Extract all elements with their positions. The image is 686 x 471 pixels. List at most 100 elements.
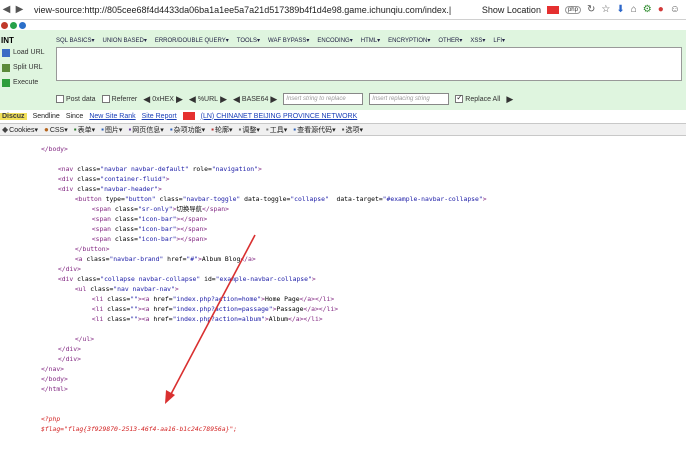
source-token: <span	[91, 225, 115, 233]
source-token: </a></li>	[288, 315, 323, 323]
url-encode-arrow-icon[interactable]: ◀	[189, 94, 196, 105]
source-token: type=	[105, 195, 125, 203]
hackbar-menu-item[interactable]: HTML▾	[361, 37, 380, 44]
web-dev-menu-icon: ▪	[293, 125, 297, 134]
web-dev-menu-label: 轮廓▾	[215, 126, 233, 134]
source-token[interactable]: "index.php?action=passage"	[173, 305, 273, 313]
web-dev-menu-item[interactable]: ▪ 图片▾	[101, 125, 122, 135]
home-icon[interactable]: ⌂	[631, 4, 637, 15]
source-token: <ul	[74, 285, 91, 293]
download-icon[interactable]: ⬇	[616, 4, 624, 15]
source-token: class=	[107, 315, 131, 323]
web-dev-menu-item[interactable]: ▪ 网页信息▾	[128, 125, 163, 135]
web-dev-menu-item[interactable]: ● CSS▾	[44, 125, 68, 134]
source-token: >	[174, 285, 179, 293]
hackbar-menu-item[interactable]: UNION BASED▾	[102, 37, 146, 44]
source-token: </button>	[74, 245, 110, 253]
site-report-link[interactable]: Site Report	[142, 113, 177, 120]
addon-icon[interactable]: ●	[658, 4, 664, 15]
source-token: </a></li>	[303, 305, 339, 313]
source-token: </nav>	[40, 365, 65, 373]
hackbar-side-actions: Load URL Split URL Execute	[0, 47, 56, 88]
network-link[interactable]: (LN) CHINANET BEIJING PROVINCE NETWORK	[201, 113, 358, 120]
source-token[interactable]: "index.php?action=home"	[173, 295, 262, 303]
source-token: ></span>	[176, 235, 208, 243]
source-token: data-target=	[328, 195, 383, 203]
hackbar-url-textarea[interactable]	[56, 47, 682, 81]
reload-icon[interactable]: ↻	[587, 4, 595, 15]
web-dev-menu-icon: ▪	[211, 125, 215, 134]
source-token: </div>	[57, 265, 81, 273]
source-token[interactable]: "index.php?action=album"	[173, 315, 265, 323]
execute-button[interactable]: Execute	[2, 77, 56, 88]
replace-all-option[interactable]: Replace All	[455, 93, 500, 103]
forward-icon[interactable]: ▶	[16, 4, 24, 15]
web-dev-menu-item[interactable]: ▪ 调整▾	[239, 125, 260, 135]
source-token: </a>	[240, 255, 256, 263]
bookmark-star-icon[interactable]: ☆	[601, 4, 610, 15]
url-field[interactable]: view-source:http://805cee68f4d4433da06ba…	[26, 5, 482, 15]
web-dev-menu-item[interactable]: ▪ 杂项功能▾	[170, 125, 205, 135]
hex-encode-arrow-icon[interactable]: ◀	[143, 94, 150, 105]
web-dev-menu-icon: ▪	[265, 125, 269, 134]
source-line: <span class="icon-bar"></span>	[92, 234, 207, 244]
source-token: class=	[77, 275, 101, 283]
base64-encoder[interactable]: ◀ BASE64 ▶	[233, 94, 277, 105]
sendline-item[interactable]: Sendline	[33, 113, 60, 120]
new-site-rank-link[interactable]: New Site Rank	[89, 113, 135, 120]
source-token: href=	[153, 315, 173, 323]
ext-icon-green[interactable]	[10, 21, 17, 29]
ext-icon-red[interactable]	[1, 21, 8, 29]
web-dev-menu-item[interactable]: ▪ 轮廓▾	[211, 125, 232, 135]
replace-all-checkbox[interactable]	[455, 93, 464, 103]
hackbar-menu-item[interactable]: ENCODING▾	[317, 37, 352, 44]
web-dev-menu-item[interactable]: ▪ 选项▾	[342, 125, 363, 135]
source-token: >	[311, 275, 316, 283]
referrer-option[interactable]: Referrer	[101, 95, 137, 103]
source-line: </body>	[41, 144, 68, 154]
hackbar-menu-item[interactable]: XSS▾	[470, 37, 485, 44]
source-token: "#"	[186, 255, 198, 263]
source-token: >	[257, 165, 262, 173]
back-icon[interactable]: ◀	[3, 4, 11, 15]
source-line: <nav class="navbar navbar-default" role=…	[58, 164, 262, 174]
b64-encode-arrow-icon[interactable]: ◀	[233, 94, 240, 105]
hackbar-menu-item[interactable]: ERROR/DOUBLE QUERY▾	[155, 37, 229, 44]
load-url-button[interactable]: Load URL	[2, 47, 56, 58]
web-dev-menu-item[interactable]: ◆ Cookies▾	[2, 125, 38, 134]
hackbar-menu-item[interactable]: SQL BASICS▾	[56, 37, 94, 44]
web-dev-menu-item[interactable]: ▪ 工具▾	[266, 125, 287, 135]
url-decode-arrow-icon[interactable]: ▶	[220, 94, 227, 105]
hex-encoder[interactable]: ◀ 0xHEX ▶	[143, 94, 183, 105]
menu-icon[interactable]: ☺	[670, 4, 680, 15]
seo-status-bar: Discuz Sendline Since New Site Rank Site…	[0, 110, 686, 122]
replace-arrow-icon[interactable]: ▶	[506, 94, 513, 105]
source-token: </div>	[57, 355, 81, 363]
php-badge: php	[564, 5, 581, 14]
web-dev-menu-label: 工具▾	[269, 126, 288, 134]
hackbar-int-label[interactable]: INT	[0, 36, 56, 45]
replace-to-input[interactable]: Insert replacing string	[369, 93, 450, 105]
post-data-option[interactable]: Post data	[56, 95, 96, 103]
source-token: class=	[114, 225, 138, 233]
show-location-button[interactable]: Show Location	[482, 5, 541, 15]
hackbar-menu-item[interactable]: ENCRYPTION▾	[388, 37, 430, 44]
hackbar-menu-item[interactable]: OTHER▾	[438, 37, 462, 44]
ext-icon-blue[interactable]	[19, 21, 26, 29]
replace-from-input[interactable]: Insert string to replace	[283, 93, 364, 105]
web-dev-menu-item[interactable]: ▪ 表单▾	[74, 125, 95, 135]
hackbar-menu-items: SQL BASICS▾ UNION BASED▾ ERROR/DOUBLE QUER…	[56, 37, 505, 44]
extension-icon[interactable]: ⚙	[643, 4, 652, 15]
hackbar-menu-item[interactable]: LFI▾	[493, 37, 505, 44]
country-flag-icon	[546, 5, 559, 14]
source-token: class=	[107, 305, 131, 313]
split-url-button[interactable]: Split URL	[2, 62, 56, 73]
web-dev-menu-item[interactable]: ▪ 查看源代码▾	[293, 125, 335, 135]
referrer-checkbox[interactable]	[101, 95, 110, 103]
b64-decode-arrow-icon[interactable]: ▶	[270, 94, 277, 105]
hackbar-menu-item[interactable]: TOOLS▾	[237, 37, 260, 44]
hex-decode-arrow-icon[interactable]: ▶	[176, 94, 183, 105]
post-data-checkbox[interactable]	[56, 95, 64, 103]
hackbar-menu-item[interactable]: WAF BYPASS▾	[268, 37, 309, 44]
url-encoder[interactable]: ◀ %URL ▶	[189, 94, 227, 105]
